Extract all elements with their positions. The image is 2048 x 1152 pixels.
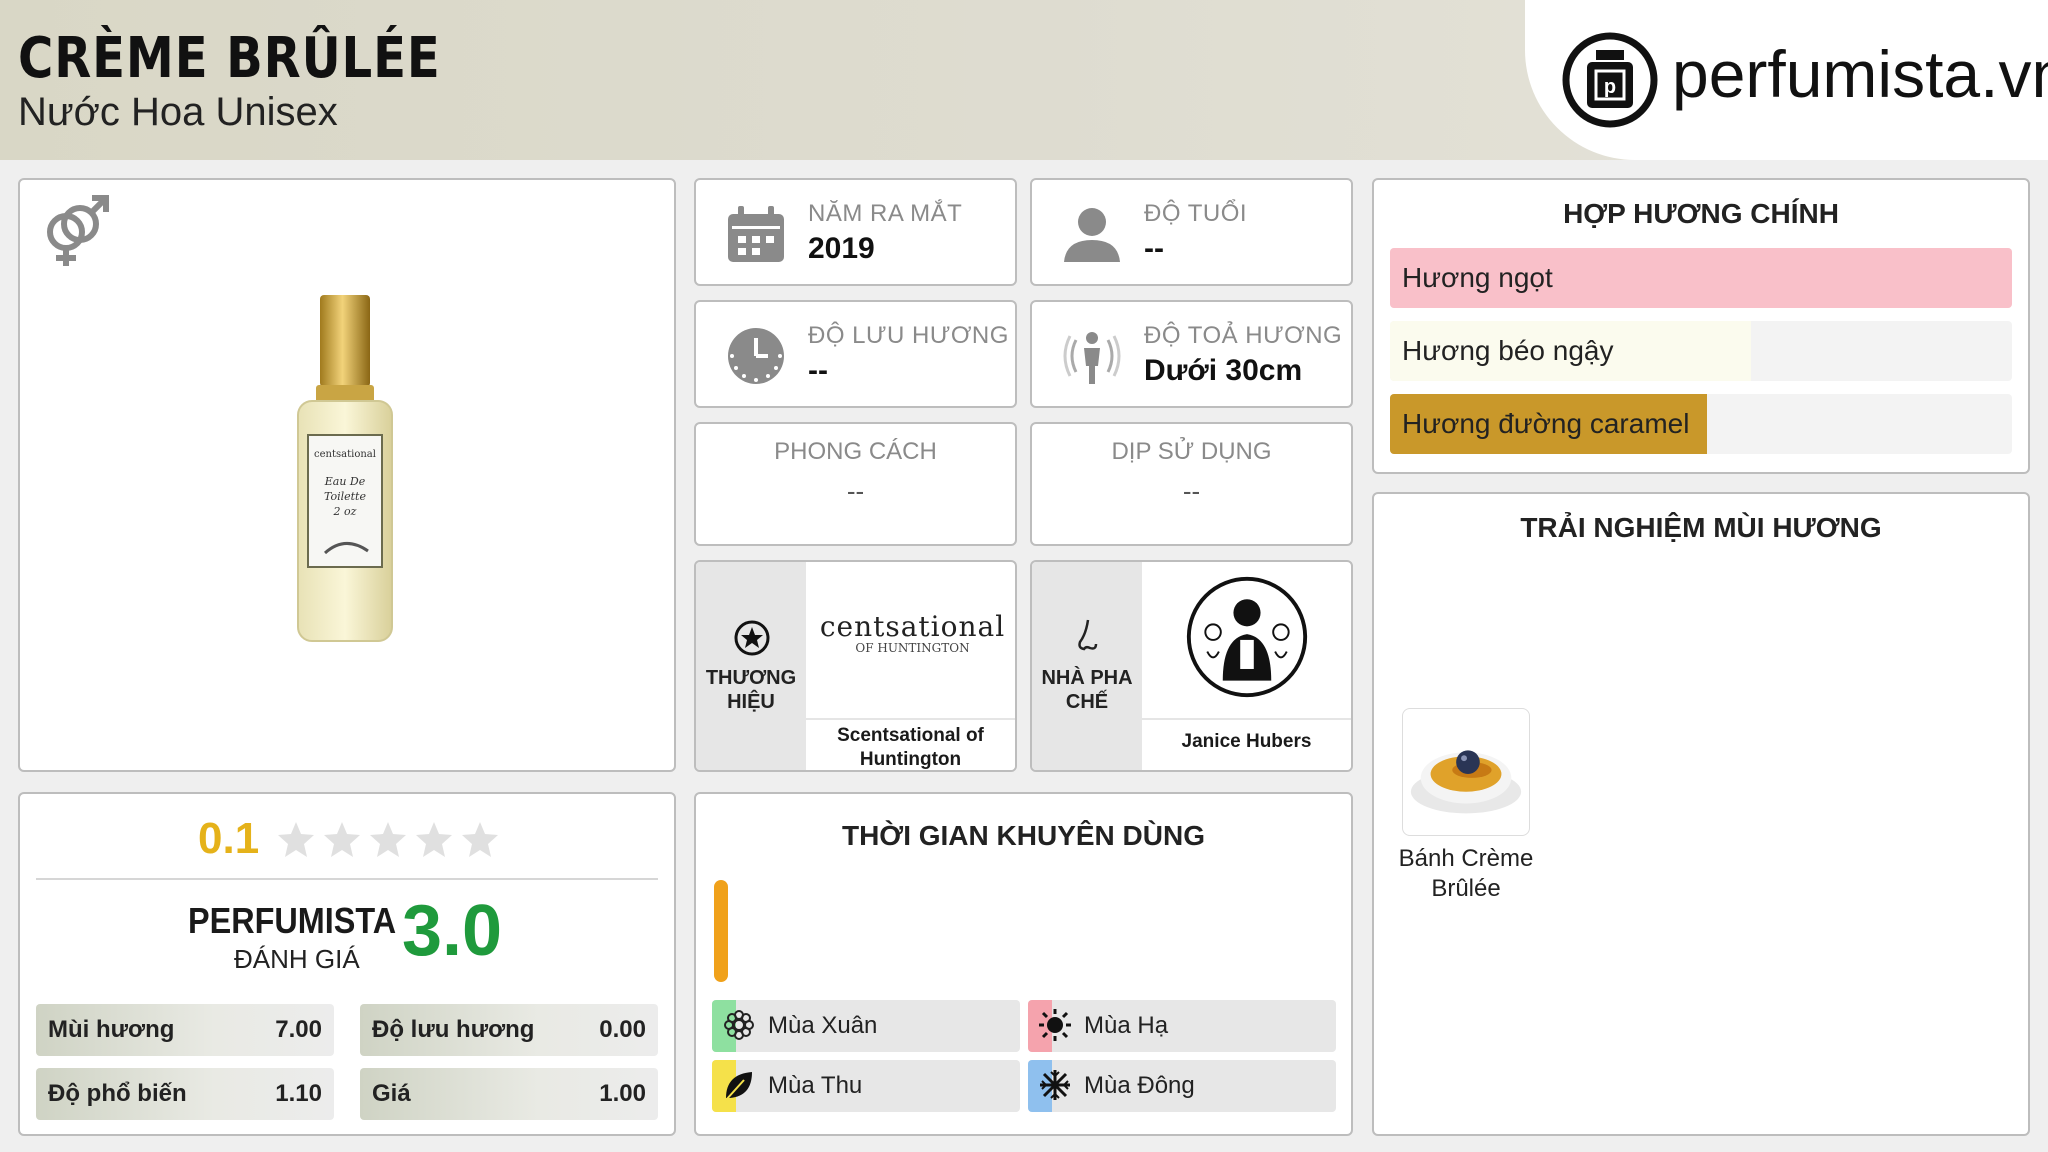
season-label: Mùa Thu (768, 1072, 863, 1099)
svg-text:2 oz: 2 oz (333, 505, 357, 518)
perfumer-name[interactable]: Janice Hubers (1142, 718, 1351, 770)
brand-label-line1: THƯƠNG (705, 667, 797, 689)
brand-name[interactable]: Scentsational of Huntington (806, 718, 1015, 770)
accord-label: Hương đường caramel (1402, 408, 1690, 439)
score-label: Độ phổ biến (48, 1080, 187, 1107)
sun-icon (1039, 1009, 1071, 1041)
launch-year-label: NĂM RA MẮT (808, 200, 963, 227)
recommended-time-title: THỜI GIAN KHUYÊN DÙNG (841, 820, 1205, 851)
clock-icon (728, 328, 784, 384)
perfumista-label: PERFUMISTA (188, 900, 397, 941)
svg-text:Eau De: Eau De (324, 475, 366, 488)
style-label: PHONG CÁCH (774, 438, 937, 465)
score-bar: Mùi hương 7.00 (36, 1004, 334, 1056)
season-label: Mùa Hạ (1084, 1012, 1169, 1039)
age-card: ĐỘ TUỔI -- (1030, 178, 1353, 286)
brand-card[interactable]: THƯƠNG HIỆU centsational OF HUNTINGTON S… (694, 560, 1017, 772)
sillage-card: ĐỘ TOẢ HƯƠNG Dưới 30cm (1030, 300, 1353, 408)
product-image-card: centsational Eau De Toilette 2 oz (18, 178, 676, 772)
calendar-icon (728, 206, 784, 262)
recommended-time-card: THỜI GIAN KHUYÊN DÙNG Mùa Xuân Mùa Hạ Mùa … (694, 792, 1353, 1136)
main-accords-title: HỢP HƯƠNG CHÍNH (1563, 198, 1839, 229)
star-icon[interactable] (322, 820, 362, 860)
occasion-label: DỊP SỬ DỤNG (1111, 438, 1272, 465)
person-icon (1064, 208, 1120, 262)
perfumer-label-line2: CHẾ (1065, 691, 1109, 713)
longevity-card: ĐỘ LƯU HƯƠNG -- (694, 300, 1017, 408)
star-icon[interactable] (414, 820, 454, 860)
scent-experience-title: TRẢI NGHIỆM MÙI HƯƠNG (1520, 512, 1882, 543)
perfumer-label-line1: NHÀ PHA (1041, 667, 1133, 689)
occasion-value: -- (1182, 476, 1201, 506)
score-value: 1.10 (275, 1080, 322, 1107)
score-value: 0.00 (599, 1016, 646, 1043)
rating-sub-label: ĐÁNH GIÁ (234, 944, 360, 974)
leaf-icon (725, 1072, 752, 1101)
logo-text[interactable]: perfumista.vn (1672, 36, 2048, 112)
longevity-label: ĐỘ LƯU HƯƠNG (808, 322, 1009, 349)
season-3[interactable]: Mùa Thu (712, 1060, 1020, 1112)
page-subtitle: Nước Hoa Unisex (18, 90, 338, 134)
launch-year-card: NĂM RA MẮT 2019 (694, 178, 1017, 286)
star-icon[interactable] (368, 820, 408, 860)
accord-label: Hương béo ngậy (1402, 335, 1614, 366)
snowflake-icon (1040, 1070, 1070, 1100)
star-icon[interactable] (276, 820, 316, 860)
longevity-value: -- (808, 354, 828, 387)
score-label: Giá (372, 1080, 411, 1107)
scent-experience-card: TRẢI NGHIỆM MÙI HƯƠNG Bánh Crème Brûlée (1372, 492, 2030, 1136)
perfumer-card[interactable]: NHÀ PHA CHẾ Janice Hubers (1030, 560, 1353, 772)
nose-icon (1078, 619, 1098, 651)
accord-label: Hương ngọt (1402, 262, 1553, 293)
season-1[interactable]: Mùa Xuân (712, 1000, 1020, 1052)
style-value: -- (846, 476, 865, 506)
creme-brulee-image[interactable] (1402, 708, 1530, 836)
score-value: 1.00 (599, 1080, 646, 1107)
score-label: Mùi hương (48, 1016, 175, 1043)
sillage-value: Dưới 30cm (1144, 354, 1303, 387)
score-value: 7.00 (275, 1016, 322, 1043)
accord-bar: Hương đường caramel (1390, 394, 2012, 454)
user-score: 0.1 (198, 814, 260, 863)
occasion-card: DỊP SỬ DỤNG -- (1030, 422, 1353, 546)
rating-card: 0.1 PERFUMISTA ĐÁNH GIÁ 3.0 Mùi hương 7.0… (18, 792, 676, 1136)
flower-icon (724, 1010, 754, 1040)
launch-year-value: 2019 (808, 232, 875, 265)
perfumer-avatar[interactable] (1184, 574, 1310, 700)
score-bar: Giá 1.00 (360, 1068, 658, 1120)
time-of-day-bar (714, 880, 728, 982)
star-icon[interactable] (460, 820, 500, 860)
perfumista-score: 3.0 (402, 891, 503, 971)
svg-text:Toilette: Toilette (324, 490, 366, 503)
scent-note-label: Bánh Crème Brûlée (1398, 845, 1534, 902)
season-label: Mùa Xuân (768, 1012, 878, 1039)
page-title: CRÈME BRÛLÉE (18, 26, 441, 91)
accord-bar: Hương béo ngậy (1390, 321, 2012, 381)
svg-text:p: p (1604, 76, 1616, 98)
style-card: PHONG CÁCH -- (694, 422, 1017, 546)
brand-logo[interactable]: centsational OF HUNTINGTON (808, 610, 1015, 655)
season-4[interactable]: Mùa Đông (1028, 1060, 1336, 1112)
star-badge-icon (734, 620, 770, 656)
sillage-icon (1063, 332, 1121, 384)
gender-unisex-icon (47, 195, 109, 266)
season-2[interactable]: Mùa Hạ (1028, 1000, 1336, 1052)
brand-label-line2: HIỆU (727, 691, 775, 713)
rating-divider (36, 878, 658, 880)
score-label: Độ lưu hương (372, 1016, 535, 1043)
main-accords-card: HỢP HƯƠNG CHÍNH Hương ngọt Hương béo ngậy… (1372, 178, 2030, 474)
perfumista-logo-icon[interactable]: p (1560, 30, 1660, 130)
perfume-bottle-image: centsational Eau De Toilette 2 oz (297, 295, 393, 642)
accord-bar: Hương ngọt (1390, 248, 2012, 308)
score-bar: Độ phổ biến 1.10 (36, 1068, 334, 1120)
svg-text:centsational: centsational (314, 449, 376, 460)
season-label: Mùa Đông (1084, 1072, 1195, 1099)
sillage-label: ĐỘ TOẢ HƯƠNG (1144, 322, 1343, 349)
age-label: ĐỘ TUỔI (1144, 200, 1248, 227)
age-value: -- (1144, 232, 1164, 265)
score-bar: Độ lưu hương 0.00 (360, 1004, 658, 1056)
